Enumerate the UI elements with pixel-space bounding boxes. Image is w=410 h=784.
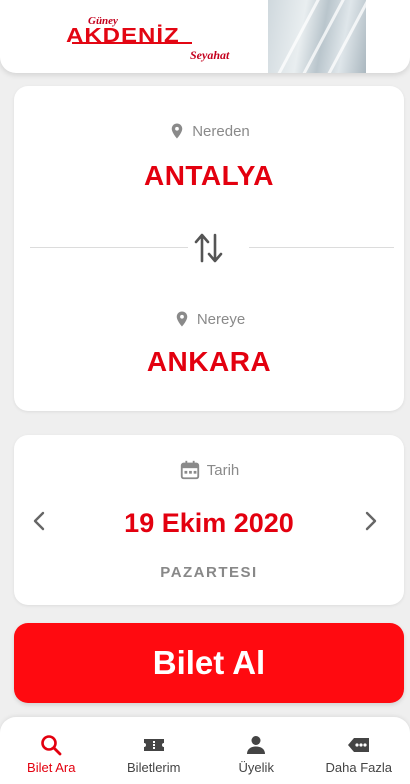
bottom-tab-bar: Bilet Ara Biletlerim Üyelik Daha Fazla: [0, 717, 410, 784]
tab-label: Daha Fazla: [325, 760, 392, 775]
day-of-week: PAZARTESI: [160, 564, 258, 581]
buy-ticket-button[interactable]: Bilet Al: [14, 623, 404, 703]
tab-bilet-ara[interactable]: Bilet Ara: [0, 717, 103, 784]
tab-biletlerim[interactable]: Biletlerim: [103, 717, 206, 784]
swap-route-button[interactable]: [194, 231, 224, 265]
location-pin-icon: [171, 123, 183, 139]
date-label: Tarih: [206, 461, 240, 479]
from-city[interactable]: ANTALYA: [14, 160, 404, 192]
calendar-icon: [180, 460, 199, 480]
route-card: Nereden ANTALYA Nereye ANKARA: [14, 86, 404, 411]
logo-main-text: AKDENİZ: [66, 24, 180, 47]
tab-label: Biletlerim: [127, 760, 181, 775]
swap-arrows-icon: [194, 233, 223, 263]
next-day-button[interactable]: [358, 509, 382, 533]
header-banner-image: [268, 0, 372, 73]
date-card: Tarih 19 Ekim 2020 PAZARTESI: [14, 435, 404, 605]
logo-stripe: [72, 42, 192, 44]
tab-daha-fazla[interactable]: Daha Fazla: [308, 717, 410, 784]
more-icon: [347, 738, 369, 752]
from-label-row[interactable]: Nereden: [14, 120, 404, 142]
divider: [249, 247, 394, 248]
to-label: Nereye: [196, 310, 246, 328]
app-header: Güney AKDENİZ Seyahat: [0, 0, 410, 73]
to-label-row[interactable]: Nereye: [14, 308, 404, 330]
divider: [30, 247, 188, 248]
person-icon: [247, 736, 266, 754]
selected-date[interactable]: 19 Ekim 2020: [14, 508, 404, 539]
date-label-row: Tarih: [14, 459, 404, 481]
tab-label: Bilet Ara: [27, 760, 76, 775]
search-icon: [41, 735, 62, 756]
location-pin-icon: [176, 311, 188, 327]
to-city[interactable]: ANKARA: [14, 346, 404, 378]
logo-sub-text: Seyahat: [190, 48, 230, 62]
from-label: Nereden: [192, 122, 250, 140]
ticket-icon: [143, 739, 164, 751]
brand-logo: Güney AKDENİZ Seyahat: [58, 6, 268, 64]
tab-label: Üyelik: [238, 760, 274, 775]
tab-uyelik[interactable]: Üyelik: [205, 717, 308, 784]
chevron-right-icon: [365, 511, 377, 531]
